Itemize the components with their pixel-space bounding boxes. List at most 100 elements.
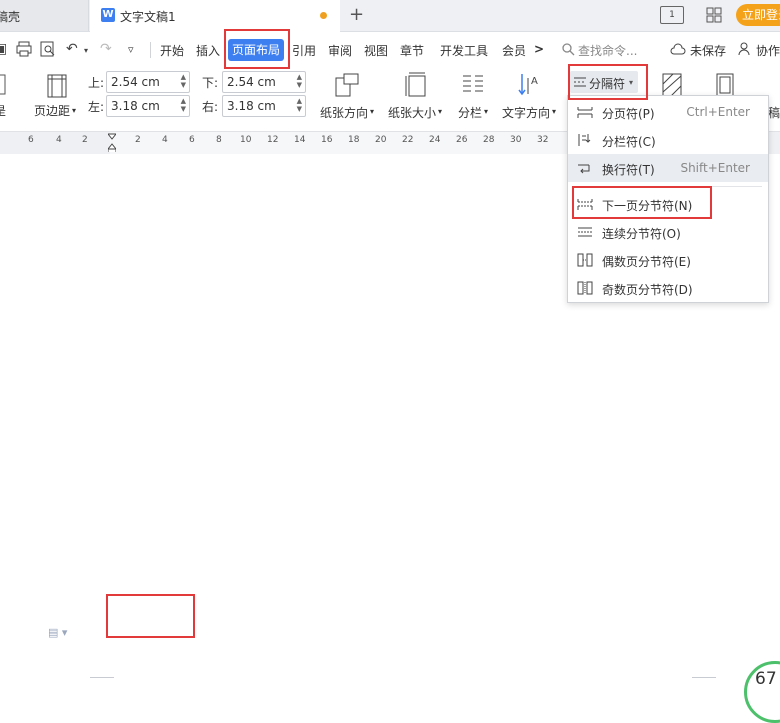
page-layout-icon[interactable]: 1 [660, 6, 684, 24]
ruler-tick: 4 [56, 135, 62, 145]
margins-dropdown-icon[interactable]: ▾ [72, 106, 76, 115]
save-icon[interactable]: ▣ [0, 41, 7, 57]
menu-chapter[interactable]: 章节 [400, 42, 424, 59]
margins-icon[interactable] [44, 73, 70, 99]
redo-icon[interactable]: ↷ [100, 41, 112, 57]
paragraph-style-icon[interactable]: ▤ ▾ [48, 626, 67, 639]
line-break-item[interactable]: 换行符(T) Shift+Enter [568, 154, 768, 182]
ruler-tick: 16 [321, 135, 333, 145]
paper-size-dropdown-icon[interactable]: ▾ [438, 107, 442, 116]
ruler-tick: 32 [537, 135, 549, 145]
left-margin-spinner-icon[interactable]: ▲ ▼ [181, 97, 186, 113]
ruler-tick: 6 [189, 135, 195, 145]
collab-user-icon [738, 42, 750, 56]
menu-bar: ▣ ↶ ▾ ↷ ▿ 开始 插入 页面布局 引用 审阅 视图 章节 开发工具 会员… [0, 32, 780, 66]
undo-icon[interactable]: ↶ [66, 41, 78, 57]
print-icon[interactable] [16, 41, 32, 57]
menu-home[interactable]: 开始 [160, 42, 184, 59]
more-icon[interactable]: ▿ [128, 43, 134, 56]
odd-page-section-item[interactable]: 奇数页分节符(D) [568, 274, 768, 302]
top-margin-spinner-icon[interactable]: ▲ ▼ [181, 73, 186, 89]
orientation-icon[interactable] [334, 72, 360, 98]
menu-divider [150, 42, 151, 58]
page-break-item[interactable]: 分页符(P) Ctrl+Enter [568, 98, 768, 126]
ruler-tick: 22 [402, 135, 414, 145]
highlight-box-breaks [568, 64, 648, 100]
right-margin-spinner-icon[interactable]: ▲ ▼ [297, 97, 302, 113]
partial-left-icon[interactable] [0, 74, 8, 96]
unsaved-dot-icon [320, 12, 327, 19]
orientation-button[interactable]: 纸张方向 [320, 104, 368, 121]
login-button[interactable]: 立即登录 [736, 4, 780, 26]
highlight-box-next-page-section [572, 186, 712, 219]
cloud-icon [670, 43, 686, 55]
new-tab-plus-icon[interactable]: + [349, 4, 364, 25]
collab-button[interactable]: 协作 [756, 42, 780, 59]
page-break-icon [577, 107, 593, 118]
unsaved-status[interactable]: 未保存 [690, 42, 726, 59]
ruler-tick: 18 [348, 135, 360, 145]
column-break-item[interactable]: 分栏符(C) [568, 126, 768, 154]
menu-developer[interactable]: 开发工具 [440, 42, 488, 59]
page-corner-mark [692, 677, 716, 678]
paper-size-button[interactable]: 纸张大小 [388, 104, 436, 121]
bottom-margin-spinner-icon[interactable]: ▲ ▼ [297, 73, 302, 89]
ruler-tick: 10 [240, 135, 252, 145]
column-break-icon [578, 134, 591, 146]
right-margin-label: 右: [202, 100, 219, 114]
ruler-tick: 12 [267, 135, 279, 145]
partial-left-label: 是 [0, 104, 7, 118]
search-command-input[interactable]: 查找命令... [578, 42, 637, 59]
top-margin-input[interactable]: 2.54 cm ▲ ▼ [106, 71, 190, 93]
highlight-box-page-layout [224, 29, 290, 69]
paper-size-icon[interactable] [404, 72, 430, 98]
writer-logo-icon: W [101, 8, 115, 22]
tab-document-title: 文字文稿1 [120, 10, 176, 24]
ruler-text-area [110, 132, 570, 154]
menu-more-chevron-icon[interactable]: > [534, 42, 544, 56]
text-direction-icon[interactable]: A [516, 72, 542, 98]
text-direction-button[interactable]: 文字方向 [502, 104, 550, 121]
margins-button[interactable]: 页边距 [34, 102, 70, 119]
menu-references[interactable]: 引用 [292, 42, 316, 59]
ruler-tick: 2 [135, 135, 141, 145]
tab-previous[interactable]: 稿壳 [0, 0, 89, 31]
bottom-margin-label: 下: [202, 76, 219, 90]
grid-icon[interactable] [706, 7, 722, 23]
left-margin-input[interactable]: 3.18 cm ▲ ▼ [106, 95, 190, 117]
menu-review[interactable]: 审阅 [328, 42, 352, 59]
right-margin-input[interactable]: 3.18 cm ▲ ▼ [222, 95, 306, 117]
ruler-tick: 24 [429, 135, 441, 145]
ruler-tick: 20 [375, 135, 387, 145]
tab-document[interactable]: W 文字文稿1 [90, 0, 340, 32]
text-direction-dropdown-icon[interactable]: ▾ [552, 107, 556, 116]
page-corner-mark [90, 677, 114, 678]
ruler-tick: 26 [456, 135, 468, 145]
ruler-tick: 8 [216, 135, 222, 145]
menu-insert[interactable]: 插入 [196, 42, 220, 59]
columns-button[interactable]: 分栏 [458, 104, 482, 121]
highlight-box-document [106, 594, 195, 638]
bottom-margin-input[interactable]: 2.54 cm ▲ ▼ [222, 71, 306, 93]
zoom-value: 67 [755, 669, 777, 689]
ruler-tick: 2 [82, 135, 88, 145]
top-margin-label: 上: [88, 76, 105, 90]
odd-page-section-icon [577, 281, 593, 295]
ruler-tick: 6 [28, 135, 34, 145]
ruler-tick: 28 [483, 135, 495, 145]
line-break-icon [578, 164, 590, 174]
tab-bar: 稿壳 W 文字文稿1 + 1 立即登录 [0, 0, 780, 32]
columns-dropdown-icon[interactable]: ▾ [484, 107, 488, 116]
even-page-section-item[interactable]: 偶数页分节符(E) [568, 246, 768, 274]
ruler-tick: 30 [510, 135, 522, 145]
columns-icon[interactable] [460, 72, 486, 98]
menu-member[interactable]: 会员 [502, 42, 526, 59]
print-preview-icon[interactable] [40, 41, 56, 57]
partial-right-label: 稿 [768, 106, 780, 120]
continuous-section-item[interactable]: 连续分节符(O) [568, 218, 768, 246]
left-margin-label: 左: [88, 100, 105, 114]
indent-marker-icon[interactable] [108, 132, 116, 152]
undo-dropdown-icon[interactable]: ▾ [84, 46, 88, 55]
menu-view[interactable]: 视图 [364, 42, 388, 59]
orientation-dropdown-icon[interactable]: ▾ [370, 107, 374, 116]
